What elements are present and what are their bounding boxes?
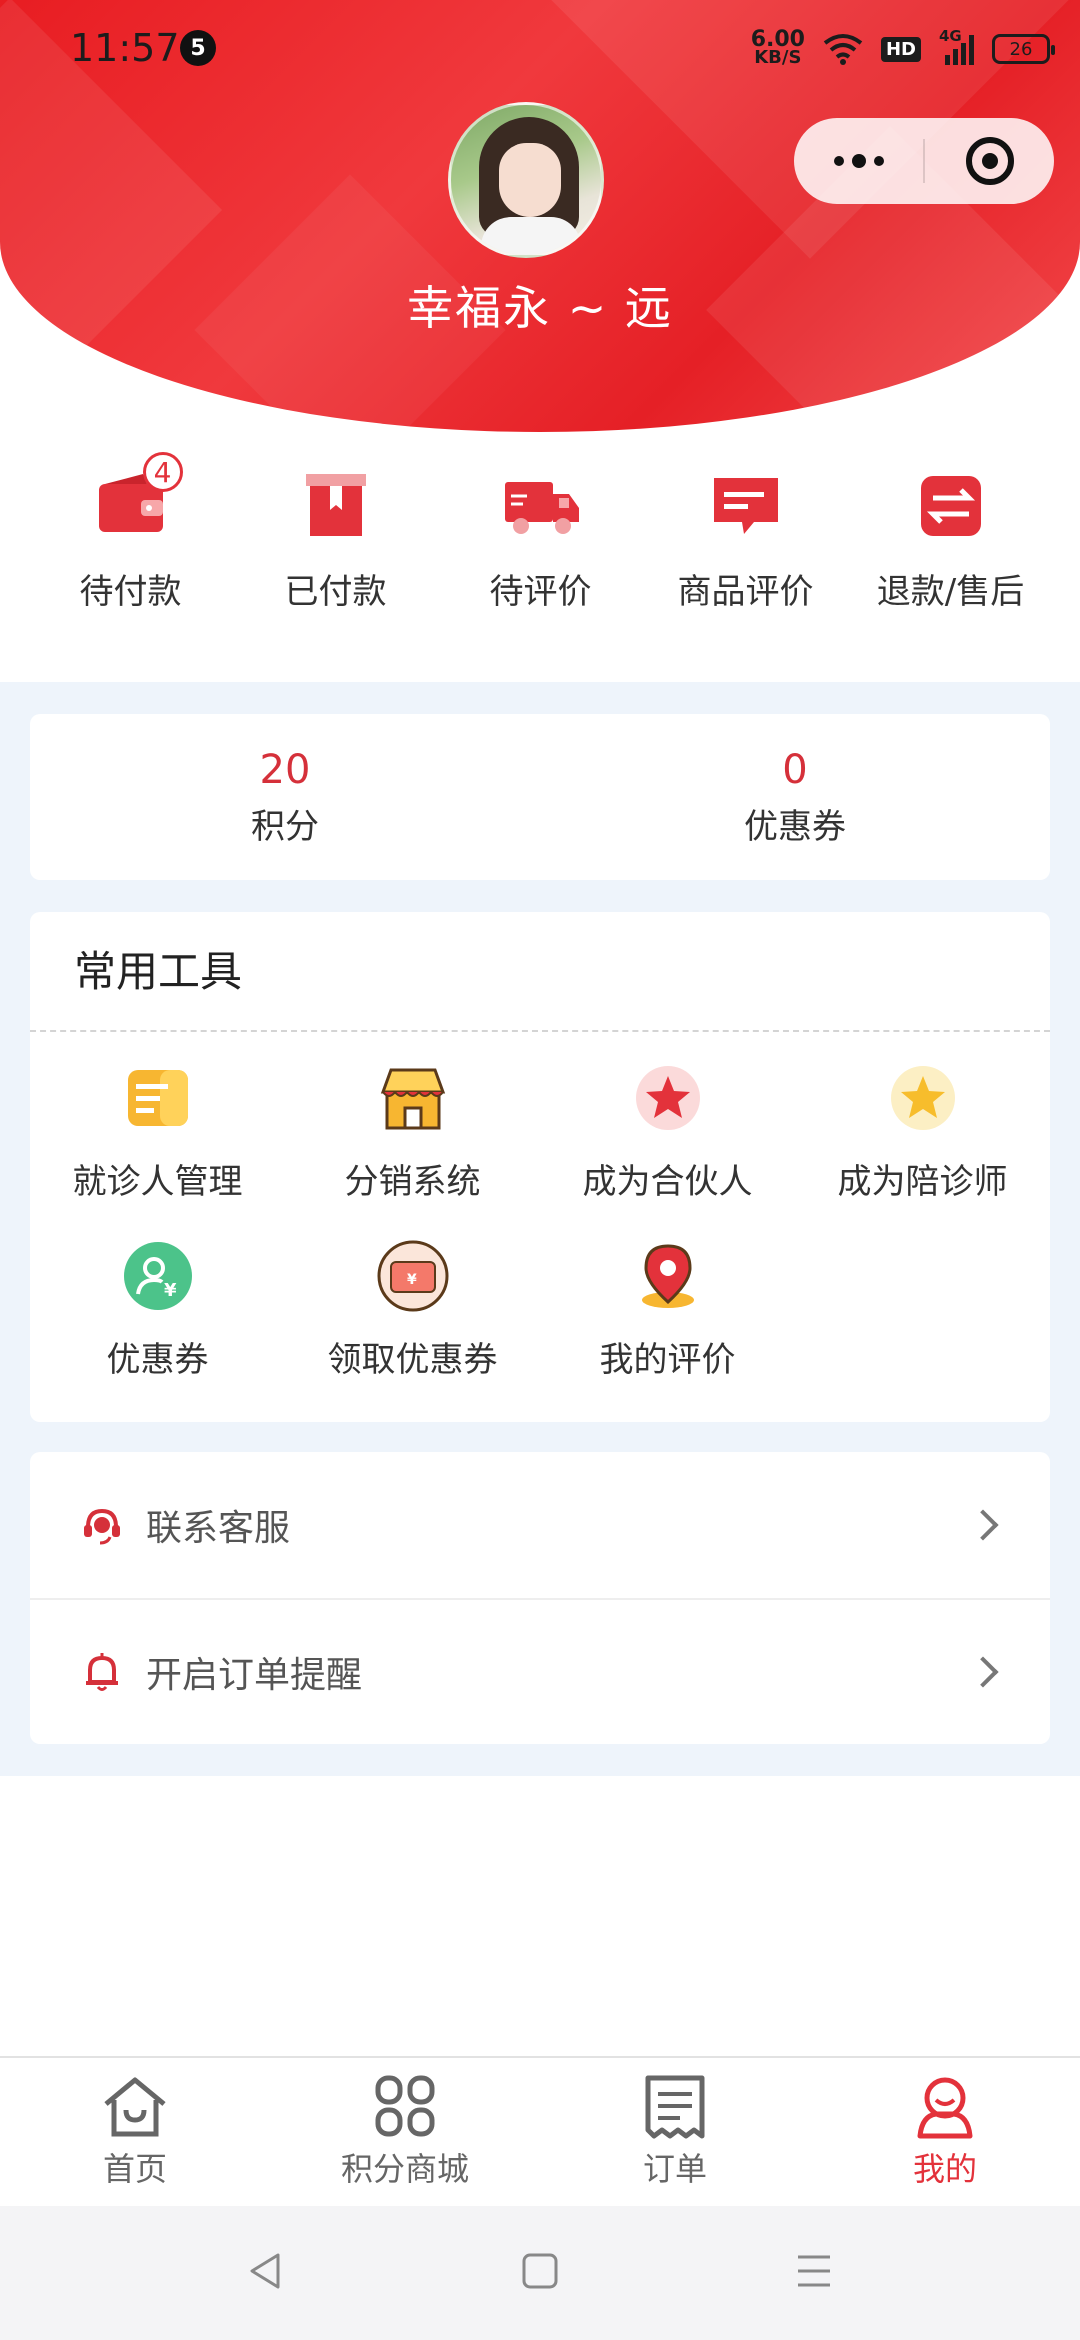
wallet-icon: 4: [91, 452, 183, 546]
pending-payment-badge: 4: [142, 452, 183, 492]
order-label: 待评价: [489, 572, 592, 612]
tool-label: 领取优惠券: [327, 1340, 498, 1380]
grid-icon: [370, 2074, 440, 2140]
order-refund-aftersale[interactable]: 退款/售后: [848, 446, 1053, 636]
tool-coupons[interactable]: ¥ 优惠券: [30, 1240, 285, 1418]
tab-orders[interactable]: 订单: [540, 2058, 810, 2206]
more-icon[interactable]: [794, 154, 923, 168]
coupon-label: 优惠券: [744, 806, 846, 847]
order-paid[interactable]: 已付款: [233, 446, 438, 636]
tab-label: 我的: [912, 2150, 977, 2188]
star-gold-icon: [887, 1062, 959, 1134]
tool-distribution[interactable]: 分销系统: [285, 1062, 540, 1240]
order-label: 商品评价: [677, 572, 814, 612]
tool-label: 优惠券: [106, 1340, 209, 1380]
truck-icon: [501, 466, 581, 546]
tools-card: 常用工具 就诊人管理 分销系统 成为合伙人 成为陪诊师 ¥ 优惠券 ¥ 领取优惠…: [30, 912, 1050, 1422]
svg-text:¥: ¥: [407, 1272, 417, 1288]
tool-label: 成为合伙人: [582, 1162, 753, 1202]
tab-label: 订单: [642, 2150, 707, 2188]
signal-icon: 4G: [939, 27, 974, 65]
points-cell[interactable]: 20 积分: [30, 714, 540, 880]
net-speed: 6.00 KB/S: [750, 27, 805, 68]
order-pending-payment[interactable]: 4 待付款: [28, 446, 233, 636]
menu-icon[interactable]: [792, 2249, 836, 2297]
order-label: 待付款: [79, 572, 182, 612]
receipt-icon: [640, 2074, 710, 2140]
user-yen-icon: ¥: [122, 1240, 194, 1312]
chevron-right-icon: [967, 1509, 999, 1541]
tab-home[interactable]: 首页: [0, 2058, 270, 2206]
order-label: 已付款: [284, 572, 387, 612]
tool-label: 就诊人管理: [72, 1162, 243, 1202]
order-product-reviews[interactable]: 商品评价: [643, 446, 848, 636]
coupon-ticket-icon: ¥: [377, 1240, 449, 1312]
box-icon: [296, 466, 376, 546]
location-pin-icon: [632, 1240, 704, 1312]
order-label: 退款/售后: [876, 572, 1025, 612]
bottom-tab-bar: 首页 积分商城 订单 我的: [0, 2056, 1080, 2206]
tab-points-mall[interactable]: 积分商城: [270, 2058, 540, 2206]
status-time: 11:57: [70, 26, 180, 70]
points-card: 20 积分 0 优惠券: [30, 714, 1050, 880]
tab-label: 积分商城: [340, 2150, 469, 2188]
svg-text:¥: ¥: [164, 1280, 177, 1301]
user-name: 幸福永 ~ 远: [407, 281, 673, 335]
hd-badge: HD: [880, 36, 921, 62]
home-icon: [100, 2074, 170, 2140]
comment-icon: [706, 466, 786, 546]
order-status-row: 4 待付款 已付款 待评价 商品评价 退款/售后: [0, 446, 1080, 636]
patient-card-icon: [122, 1062, 194, 1134]
tools-grid: 就诊人管理 分销系统 成为合伙人 成为陪诊师 ¥ 优惠券 ¥ 领取优惠券 我的评…: [30, 1032, 1050, 1418]
close-miniprogram-icon[interactable]: [925, 137, 1054, 185]
notification-badge: 5: [180, 30, 216, 66]
coupon-value: 0: [782, 746, 808, 793]
order-pending-review[interactable]: 待评价: [438, 446, 643, 636]
coupon-cell[interactable]: 0 优惠券: [540, 714, 1050, 880]
tool-claim-coupons[interactable]: ¥ 领取优惠券: [285, 1240, 540, 1418]
wifi-icon: [823, 34, 863, 65]
tool-my-reviews[interactable]: 我的评价: [540, 1240, 795, 1418]
list-label: 开启订单提醒: [146, 1655, 363, 1696]
avatar[interactable]: [448, 102, 604, 258]
list-label: 联系客服: [146, 1508, 291, 1549]
tool-label: 成为陪诊师: [837, 1162, 1008, 1202]
tools-title: 常用工具: [30, 912, 1050, 1032]
system-navigation-bar: [0, 2206, 1080, 2340]
bell-icon: [80, 1650, 124, 1694]
back-icon[interactable]: [244, 2249, 288, 2297]
tab-label: 首页: [102, 2150, 167, 2188]
tool-become-escort[interactable]: 成为陪诊师: [795, 1062, 1050, 1240]
order-reminder-row[interactable]: 开启订单提醒: [30, 1598, 1050, 1744]
exchange-icon: [911, 466, 991, 546]
star-red-icon: [632, 1062, 704, 1134]
headset-icon: [80, 1503, 124, 1547]
menu-list: 联系客服 开启订单提醒: [30, 1452, 1050, 1744]
tool-patient-management[interactable]: 就诊人管理: [30, 1062, 285, 1240]
tool-label: 分销系统: [344, 1162, 481, 1202]
tab-mine[interactable]: 我的: [810, 2058, 1080, 2206]
miniprogram-capsule: [794, 118, 1054, 204]
points-label: 积分: [251, 806, 319, 847]
tool-become-partner[interactable]: 成为合伙人: [540, 1062, 795, 1240]
tool-label: 我的评价: [599, 1340, 736, 1380]
points-value: 20: [259, 746, 311, 793]
contact-support-row[interactable]: 联系客服: [30, 1452, 1050, 1598]
profile-icon: [910, 2074, 980, 2140]
status-bar: 11:57 5 6.00 KB/S HD 4G 26: [0, 0, 1080, 96]
home-square-icon[interactable]: [518, 2249, 562, 2297]
chevron-right-icon: [967, 1656, 999, 1688]
store-icon: [377, 1062, 449, 1134]
battery-icon: 26: [992, 34, 1055, 64]
